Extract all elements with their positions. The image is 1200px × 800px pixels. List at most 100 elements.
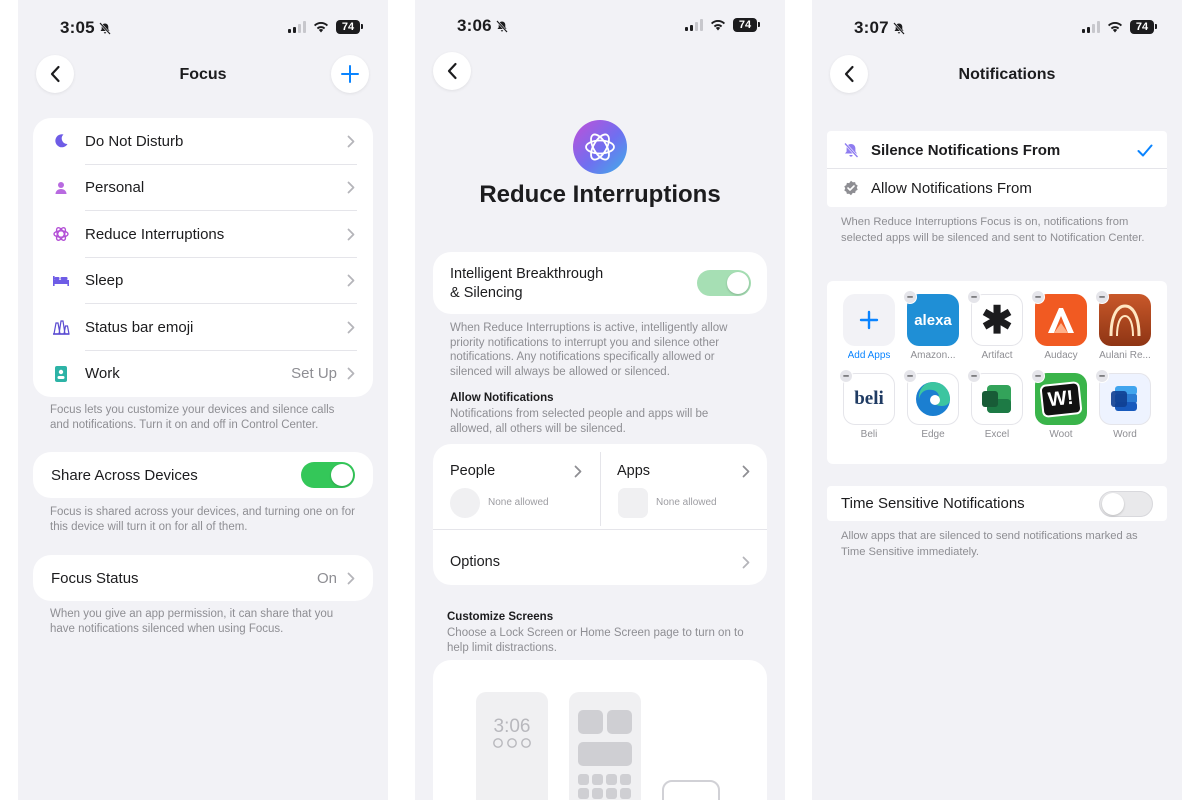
focus-mode-work[interactable]: Work Set Up (33, 351, 373, 398)
page-title: Reduce Interruptions (479, 181, 721, 208)
breakthrough-label-line2: & Silencing (450, 285, 523, 301)
allow-notifications-label: Allow Notifications From (871, 179, 1032, 197)
remove-app-button[interactable]: – (839, 369, 853, 383)
status-bar: 3:06 74 (415, 16, 785, 38)
back-button[interactable] (433, 52, 471, 90)
time-sensitive-card: Time Sensitive Notifications (827, 486, 1167, 521)
work-setup-value: Set Up (291, 365, 337, 383)
watch-face-preview[interactable] (662, 780, 720, 800)
remove-app-button[interactable]: – (967, 369, 981, 383)
people-placeholder-avatar (450, 488, 480, 518)
cellular-signal-icon (685, 19, 703, 31)
app-item[interactable]: Aulani Re... – (1095, 290, 1151, 361)
wifi-icon (711, 20, 725, 31)
plus-icon (859, 310, 879, 330)
share-footnote: Focus is shared across your devices, and… (50, 506, 355, 533)
apps-grid: Add Apps alexa Amazon... – ✱ Artifact – … (839, 290, 1151, 440)
person-icon (55, 181, 67, 194)
add-apps-button[interactable]: Add Apps (843, 294, 895, 361)
chevron-right-icon (347, 181, 355, 194)
people-label: People (450, 463, 496, 479)
allow-notifications-option[interactable]: Allow Notifications From (827, 169, 1167, 207)
silence-notifications-option[interactable]: Silence Notifications From (827, 131, 1167, 169)
share-across-devices-label: Share Across Devices (51, 466, 198, 484)
bell-slash-icon (496, 20, 508, 33)
app-name: Word (1113, 429, 1137, 440)
cellular-signal-icon (288, 21, 306, 33)
focus-status-value: On (316, 569, 337, 587)
apps-placeholder-icon (618, 488, 648, 518)
remove-app-button[interactable]: – (967, 290, 981, 304)
app-item[interactable]: W! Woot – (1031, 369, 1087, 440)
status-time: 3:07 (854, 18, 889, 37)
focus-mode-reduce-interruptions[interactable]: Reduce Interruptions (33, 211, 373, 258)
chevron-right-icon (347, 228, 355, 241)
chevron-right-icon (347, 572, 355, 584)
status-bar: 3:07 74 (812, 18, 1182, 40)
focus-mode-personal[interactable]: Personal (33, 165, 373, 211)
lock-screen-preview[interactable]: 3:06 (476, 692, 548, 800)
chevron-right-icon (347, 321, 355, 334)
bed-icon (53, 276, 69, 287)
focus-mode-sleep[interactable]: Sleep (33, 258, 373, 304)
silenced-apps-card: Add Apps alexa Amazon... – ✱ Artifact – … (827, 281, 1167, 464)
remove-app-button[interactable]: – (1031, 369, 1045, 383)
chevron-right-icon (347, 274, 355, 287)
focus-mode-do-not-disturb[interactable]: Do Not Disturb (33, 118, 373, 165)
focus-modes-list: Do Not Disturb Personal Reduce Interrupt… (33, 118, 373, 397)
apps-cell[interactable]: Apps None allowed (601, 444, 767, 529)
share-across-devices-card: Share Across Devices (33, 452, 373, 498)
chevron-left-icon (447, 62, 457, 80)
intelligent-breakthrough-toggle[interactable] (697, 270, 751, 296)
app-item[interactable]: beli Beli – (839, 369, 895, 440)
reduce-interruptions-screen: 3:06 74 Reduce Interruptions Intelligent… (415, 0, 785, 800)
app-name: Woot (1049, 429, 1073, 440)
focus-mode-status-bar-emoji[interactable]: Status bar emoji (33, 304, 373, 351)
focus-mode-label: Sleep (85, 272, 124, 290)
app-name: Audacy (1044, 350, 1078, 361)
home-screen-preview[interactable] (569, 692, 641, 800)
share-across-devices-toggle[interactable] (301, 462, 355, 488)
app-item[interactable]: Audacy – (1031, 290, 1087, 361)
remove-app-button[interactable]: – (1095, 369, 1109, 383)
wifi-icon (314, 22, 328, 33)
time-sensitive-footnote: Allow apps that are silenced to send not… (841, 530, 1138, 558)
options-label: Options (450, 554, 500, 570)
silence-notifications-label: Silence Notifications From (871, 141, 1061, 159)
app-name: Excel (984, 429, 1010, 440)
app-item[interactable]: Edge – (903, 369, 959, 440)
reduce-interruptions-icon (53, 227, 69, 242)
allow-notifications-heading: Allow Notifications (450, 392, 554, 404)
app-item[interactable]: Word – (1095, 369, 1151, 440)
battery-indicator: 74 (336, 20, 363, 34)
focus-mode-label: Status bar emoji (85, 318, 194, 336)
apps-label: Apps (617, 463, 651, 479)
app-item[interactable]: alexa Amazon... – (903, 290, 959, 361)
focus-mode-label: Work (85, 365, 120, 383)
focus-status-footnote: When you give an app permission, it can … (50, 608, 334, 635)
battery-indicator: 74 (1130, 20, 1157, 34)
options-row[interactable]: Options (433, 540, 767, 584)
focus-status-row[interactable]: Focus Status On (33, 555, 373, 601)
reduce-interruptions-emblem (573, 120, 627, 174)
page-title: Notifications (958, 66, 1056, 83)
people-cell[interactable]: People None allowed (433, 444, 600, 529)
chevron-right-icon (347, 367, 355, 380)
notification-mode-list: Silence Notifications From Allow Notific… (827, 131, 1167, 207)
app-item[interactable]: ✱ Artifact – (967, 290, 1023, 361)
wifi-icon (1108, 22, 1122, 33)
add-focus-button[interactable] (331, 55, 369, 93)
app-name: Amazon... (910, 350, 956, 361)
focus-mode-label: Personal (85, 179, 145, 197)
remove-app-button[interactable]: – (903, 290, 917, 304)
app-name: Edge (921, 429, 945, 440)
app-item[interactable]: Excel – (967, 369, 1023, 440)
remove-app-button[interactable]: – (1031, 290, 1045, 304)
remove-app-button[interactable]: – (1095, 290, 1109, 304)
time-sensitive-label: Time Sensitive Notifications (841, 495, 1025, 512)
dots-icon (493, 738, 531, 748)
time-sensitive-toggle[interactable] (1099, 490, 1153, 517)
intelligent-breakthrough-card: Intelligent Breakthrough & Silencing (433, 252, 767, 314)
remove-app-button[interactable]: – (903, 369, 917, 383)
customize-screens-card: 3:06 (433, 660, 767, 800)
